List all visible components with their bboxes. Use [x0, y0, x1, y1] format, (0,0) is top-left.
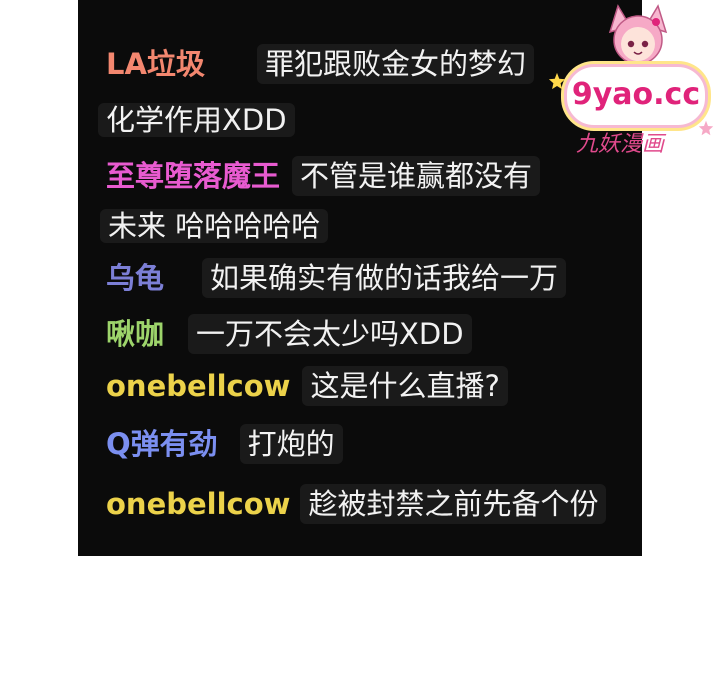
chat-username: onebellcow [106, 369, 291, 403]
chat-message-continuation: 未来 哈哈哈哈哈 [100, 206, 329, 246]
star-icon [548, 72, 566, 90]
chat-message-text: 未来 哈哈哈哈哈 [100, 209, 329, 243]
chat-message-continuation: 化学作用XDD [98, 100, 295, 140]
chat-message: onebellcow 这是什么直播? [106, 366, 508, 406]
chat-message: LA垃圾 罪犯跟败金女的梦幻 [106, 44, 534, 84]
star-icon [698, 120, 714, 136]
watermark-subtitle: 九妖漫画 [576, 132, 665, 157]
chat-message: 至尊堕落魔王 不管是谁赢都没有 [106, 156, 541, 196]
watermark-badge: 9yao.cc [564, 64, 708, 128]
chat-message-text: 一万不会太少吗XDD [188, 314, 472, 354]
chat-message: 啾咖 一万不会太少吗XDD [106, 314, 472, 354]
chat-message-text: 如果确实有做的话我给一万 [202, 258, 567, 298]
chat-message-text: 化学作用XDD [98, 103, 295, 137]
chat-message-text: 罪犯跟败金女的梦幻 [256, 44, 534, 84]
chat-username: onebellcow [106, 487, 291, 521]
chat-username: 至尊堕落魔王 [106, 159, 281, 193]
chat-username: 啾咖 [106, 317, 165, 351]
chat-message-text: 打炮的 [239, 424, 343, 464]
site-watermark: 9yao.cc 九妖漫画 [548, 2, 720, 170]
chat-message-text: 不管是谁赢都没有 [292, 156, 541, 196]
chat-username: Q弹有劲 [106, 427, 218, 461]
chat-message: Q弹有劲 打炮的 [106, 424, 343, 464]
watermark-domain: 9yao.cc [571, 77, 701, 112]
chat-username: LA垃圾 [106, 47, 205, 81]
mascot-icon [608, 4, 668, 65]
chat-message-text: 这是什么直播? [302, 366, 508, 406]
chat-message: 乌龟 如果确实有做的话我给一万 [106, 258, 567, 298]
comic-page: LA垃圾 罪犯跟败金女的梦幻 化学作用XDD 至尊堕落魔王 不管是谁赢都没有 未来 … [0, 0, 720, 700]
chat-message-text: 趁被封禁之前先备个份 [300, 484, 607, 524]
chat-message: onebellcow 趁被封禁之前先备个份 [106, 484, 607, 524]
chat-username: 乌龟 [106, 261, 165, 295]
